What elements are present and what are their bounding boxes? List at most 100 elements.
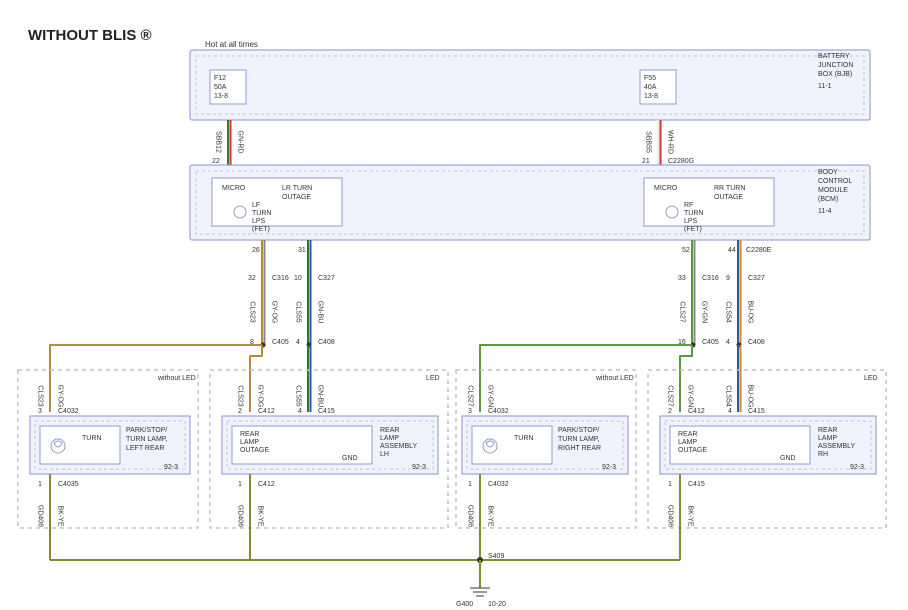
svg-text:C412: C412 (258, 408, 275, 415)
svg-text:1: 1 (238, 481, 242, 488)
svg-text:32: 32 (248, 275, 256, 282)
svg-text:BK-YE: BK-YE (57, 505, 64, 526)
hot-note: Hot at all times (205, 40, 258, 49)
svg-text:3: 3 (468, 408, 472, 415)
svg-text:GY-GN: GY-GN (487, 385, 494, 407)
svg-text:10: 10 (294, 275, 302, 282)
svg-text:92-3: 92-3 (850, 464, 864, 471)
svg-text:C415: C415 (748, 408, 765, 415)
mid-wire-2: 10 C327 CLS55 GN-BU 4 C408 (294, 240, 335, 348)
svg-text:1: 1 (38, 481, 42, 488)
module-b: CLS23 GY-OG CLS55 GN-BU 2 C412 4 C415 RE… (222, 385, 438, 488)
svg-text:G400: G400 (456, 601, 473, 608)
svg-text:11-1: 11-1 (818, 83, 832, 90)
svg-text:GN-BU: GN-BU (317, 301, 324, 324)
svg-text:52: 52 (682, 247, 690, 254)
svg-text:TURN: TURN (82, 435, 101, 442)
svg-text:GND: GND (780, 455, 796, 462)
svg-text:MICRO: MICRO (222, 185, 246, 192)
svg-text:3: 3 (38, 408, 42, 415)
ground-net: GD406 BK-YE GD406 BK-YE GD406 BK-YE GD40… (37, 474, 694, 608)
svg-text:1: 1 (668, 481, 672, 488)
svg-text:C405: C405 (702, 339, 719, 346)
svg-text:F12: F12 (214, 75, 226, 82)
svg-text:22: 22 (212, 158, 220, 165)
svg-text:C415: C415 (318, 408, 335, 415)
svg-text:CLS55: CLS55 (295, 385, 302, 407)
mid-wire-1: 32 C316 CLS23 GY-OG 8 C405 (248, 240, 289, 348)
svg-text:GY-OG: GY-OG (271, 301, 278, 324)
svg-text:C4032: C4032 (488, 408, 509, 415)
svg-text:GD406: GD406 (37, 505, 44, 527)
svg-text:CLS27: CLS27 (467, 385, 474, 407)
svg-text:C412: C412 (258, 481, 275, 488)
svg-text:40A: 40A (644, 84, 657, 91)
svg-text:SBB55: SBB55 (645, 131, 652, 153)
module-d: CLS27 GY-GN CLS54 BU-OG 2 C412 4 C415 RE… (660, 385, 876, 488)
wiring-diagram: WITHOUT BLIS ® Hot at all times F12 50A … (0, 0, 908, 610)
svg-text:BK-YE: BK-YE (687, 505, 694, 526)
svg-text:C408: C408 (748, 339, 765, 346)
svg-text:GND: GND (342, 455, 358, 462)
svg-text:BK-YE: BK-YE (487, 505, 494, 526)
svg-text:F55: F55 (644, 75, 656, 82)
svg-text:4: 4 (296, 339, 300, 346)
svg-text:C327: C327 (748, 275, 765, 282)
svg-text:C4032: C4032 (488, 481, 509, 488)
svg-text:C316: C316 (272, 275, 289, 282)
mid-wire-3: 33 C316 CLS27 GY-GN 16 C405 (678, 240, 719, 348)
svg-text:33: 33 (678, 275, 686, 282)
svg-text:92-3: 92-3 (412, 464, 426, 471)
svg-text:without LED: without LED (595, 375, 634, 382)
svg-text:GY-OG: GY-OG (257, 385, 264, 408)
svg-text:CLS54: CLS54 (725, 385, 732, 407)
svg-text:C4032: C4032 (58, 408, 79, 415)
svg-text:CLS23: CLS23 (249, 301, 256, 323)
svg-text:10-20: 10-20 (488, 601, 506, 608)
svg-text:11-4: 11-4 (818, 208, 832, 215)
svg-text:C412: C412 (688, 408, 705, 415)
svg-text:CLS27: CLS27 (679, 301, 686, 323)
svg-text:BU-OG: BU-OG (747, 385, 754, 408)
svg-text:92-3: 92-3 (164, 464, 178, 471)
svg-text:C405: C405 (272, 339, 289, 346)
svg-text:CLS23: CLS23 (37, 385, 44, 407)
svg-text:C408: C408 (318, 339, 335, 346)
svg-text:LED: LED (864, 375, 878, 382)
diagram-title: WITHOUT BLIS ® (28, 27, 152, 44)
svg-text:50A: 50A (214, 84, 227, 91)
svg-text:GN-RD: GN-RD (237, 131, 244, 154)
svg-text:GD406: GD406 (237, 505, 244, 527)
svg-text:C2280G: C2280G (668, 158, 694, 165)
svg-text:C4035: C4035 (58, 481, 79, 488)
bcm-box: MICRO LR TURNOUTAGE LFTURNLPS(FET) MICRO… (190, 165, 870, 240)
svg-text:BU-OG: BU-OG (747, 301, 754, 324)
svg-text:PARK/STOP/TURN LAMP,LEFT REAR: PARK/STOP/TURN LAMP,LEFT REAR (126, 427, 168, 452)
svg-text:GY-OG: GY-OG (57, 385, 64, 408)
svg-text:CLS54: CLS54 (725, 301, 732, 323)
svg-text:C327: C327 (318, 275, 335, 282)
svg-text:C316: C316 (702, 275, 719, 282)
svg-text:LED: LED (426, 375, 440, 382)
svg-text:13-8: 13-8 (644, 93, 658, 100)
svg-text:CLS27: CLS27 (667, 385, 674, 407)
svg-text:S409: S409 (488, 553, 504, 560)
svg-text:TURN: TURN (514, 435, 533, 442)
svg-text:SBB12: SBB12 (215, 131, 222, 153)
svg-text:BK-YE: BK-YE (257, 505, 264, 526)
svg-text:9: 9 (726, 275, 730, 282)
svg-text:GD406: GD406 (467, 505, 474, 527)
svg-text:2: 2 (668, 408, 672, 415)
svg-text:MICRO: MICRO (654, 185, 678, 192)
svg-text:31: 31 (298, 247, 306, 254)
svg-text:2: 2 (238, 408, 242, 415)
svg-text:4: 4 (726, 339, 730, 346)
svg-text:4: 4 (728, 408, 732, 415)
svg-text:92-3: 92-3 (602, 464, 616, 471)
svg-text:1: 1 (468, 481, 472, 488)
svg-text:without LED: without LED (157, 375, 196, 382)
module-c: CLS27 GY-GN 3 C4032 TURN PARK/STOP/TURN … (462, 385, 628, 488)
svg-text:C415: C415 (688, 481, 705, 488)
svg-text:C2280E: C2280E (746, 247, 772, 254)
mid-wire-4: 9 C327 CLS54 BU-OG 4 C408 (725, 240, 765, 348)
